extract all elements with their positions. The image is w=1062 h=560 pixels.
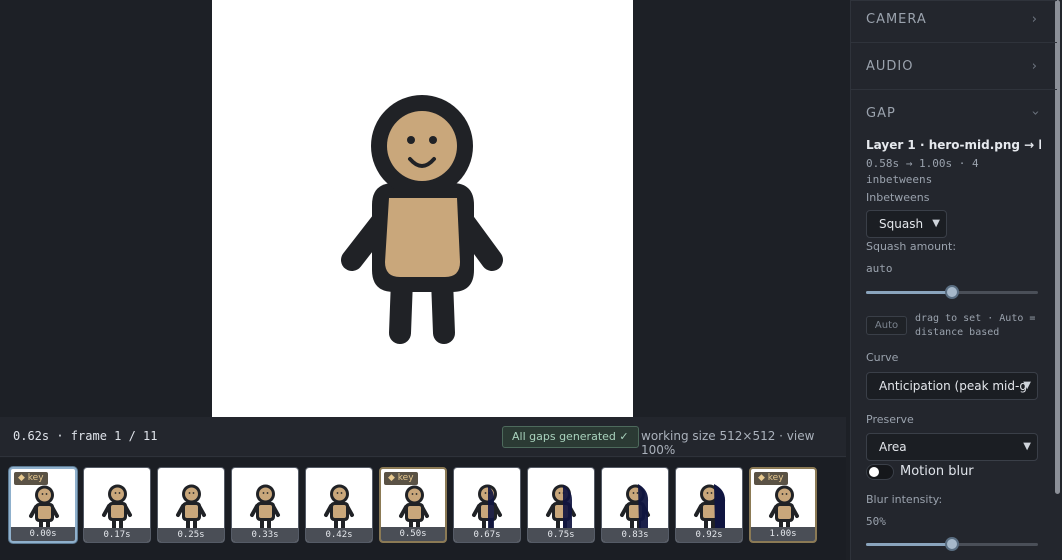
slider-fill [866,543,952,546]
frame-thumbnail[interactable]: 0.92s [675,467,743,543]
frame-time-label: 0.50s [381,527,445,541]
caret-down-icon: ▼ [1023,380,1031,391]
section-audio-label: AUDIO [866,59,914,74]
frame-time-label: 0.83s [602,528,668,542]
slider-fill [866,291,952,294]
gaps-status-badge[interactable]: All gaps generated ✓ [502,426,639,448]
keyframe-tag: ◆ key [384,472,418,485]
slider-knob[interactable] [945,285,959,299]
canvas-viewport[interactable] [0,0,846,417]
inbetweens-select[interactable]: Squash ▼ [866,210,947,238]
frame-time-label: 0.92s [676,528,742,542]
frame-time-label: 0.75s [528,528,594,542]
frame-thumbnail[interactable]: ◆ key 1.00s [749,467,817,543]
preserve-select[interactable]: Area ▼ [866,433,1038,461]
frame-time-label: 0.67s [454,528,520,542]
curve-select[interactable]: Anticipation (peak mid-g ▼ [866,372,1038,400]
timeline-status-bar: 0.62s · frame 1 / 11 All gaps generated … [0,417,846,457]
motion-blur-label: Motion blur [900,464,974,479]
frame-thumbnail[interactable]: 0.67s [453,467,521,543]
section-gap-label: GAP [866,106,896,121]
frame-thumbnail[interactable]: 0.33s [231,467,299,543]
squash-hint: drag to set · Auto = distance based [915,313,1036,338]
frame-time-label: 1.00s [751,527,815,541]
inbetweens-label: Inbetweens [866,191,930,204]
curve-label: Curve [866,351,899,364]
properties-panel: CAMERA › AUDIO › GAP › Layer 1 · hero-mi… [850,0,1062,560]
section-audio[interactable]: AUDIO › [866,59,1038,79]
frame-thumbnail[interactable]: 0.42s [305,467,373,543]
section-camera-label: CAMERA [866,12,927,27]
caret-down-icon: ▼ [1023,441,1031,452]
frame-thumbnail[interactable]: 0.75s [527,467,595,543]
blur-intensity-label: Blur intensity: [866,493,943,506]
frame-time-label: 0.00s [11,527,75,541]
slider-knob[interactable] [945,537,959,551]
inbetweens-select-value: Squash [879,217,924,231]
squash-amount-slider[interactable] [866,285,1038,299]
panel-scrollbar[interactable] [1055,0,1060,494]
character-figure [341,95,503,344]
frame-time-label: 0.33s [232,528,298,542]
frame-thumbnail[interactable]: 0.17s [83,467,151,543]
squash-amount-value: auto [866,262,893,275]
character-canvas[interactable] [212,0,633,417]
toggle-knob [869,467,879,477]
section-camera[interactable]: CAMERA › [866,12,1038,32]
frame-thumbnail[interactable]: 0.83s [601,467,669,543]
squash-amount-label: Squash amount: [866,240,957,253]
working-size-info: working size 512×512 · view 100% [641,429,815,457]
preserve-select-value: Area [879,440,907,454]
frame-filmstrip: ◆ key 0.00s 0.17s 0.25s 0.33s 0.42s ◆ key 0.50s… [0,458,846,560]
frame-time-label: 0.42s [306,528,372,542]
keyframe-tag: ◆ key [14,472,48,485]
blur-intensity-value: 50% [866,515,886,528]
caret-down-icon: ▼ [932,218,940,229]
frame-time-label: 0.25s [158,528,224,542]
chevron-right-icon: › [1031,12,1038,27]
chevron-down-icon: › [1027,110,1043,117]
section-divider [851,0,1057,1]
gap-layer-title: Layer 1 · hero-mid.png → h... [866,138,1041,152]
auto-button[interactable]: Auto [866,316,907,335]
time-frame-readout: 0.62s · frame 1 / 11 [13,429,158,443]
keyframe-tag: ◆ key [754,472,788,485]
gap-range-line1: 0.58s → 1.00s · 4 [866,157,979,170]
curve-select-value: Anticipation (peak mid-g [879,379,1027,393]
motion-blur-toggle[interactable] [866,464,894,480]
chevron-right-icon: › [1031,59,1038,74]
frame-thumbnail[interactable]: 0.25s [157,467,225,543]
section-divider [851,42,1057,43]
gap-range-line2: inbetweens [866,173,933,186]
section-gap[interactable]: GAP › [866,106,1042,126]
frame-time-label: 0.17s [84,528,150,542]
frame-thumbnail[interactable]: ◆ key 0.50s [379,467,447,543]
frame-thumbnail[interactable]: ◆ key 0.00s [9,467,77,543]
blur-intensity-slider[interactable] [866,537,1038,551]
preserve-label: Preserve [866,413,914,426]
section-divider [851,89,1057,90]
